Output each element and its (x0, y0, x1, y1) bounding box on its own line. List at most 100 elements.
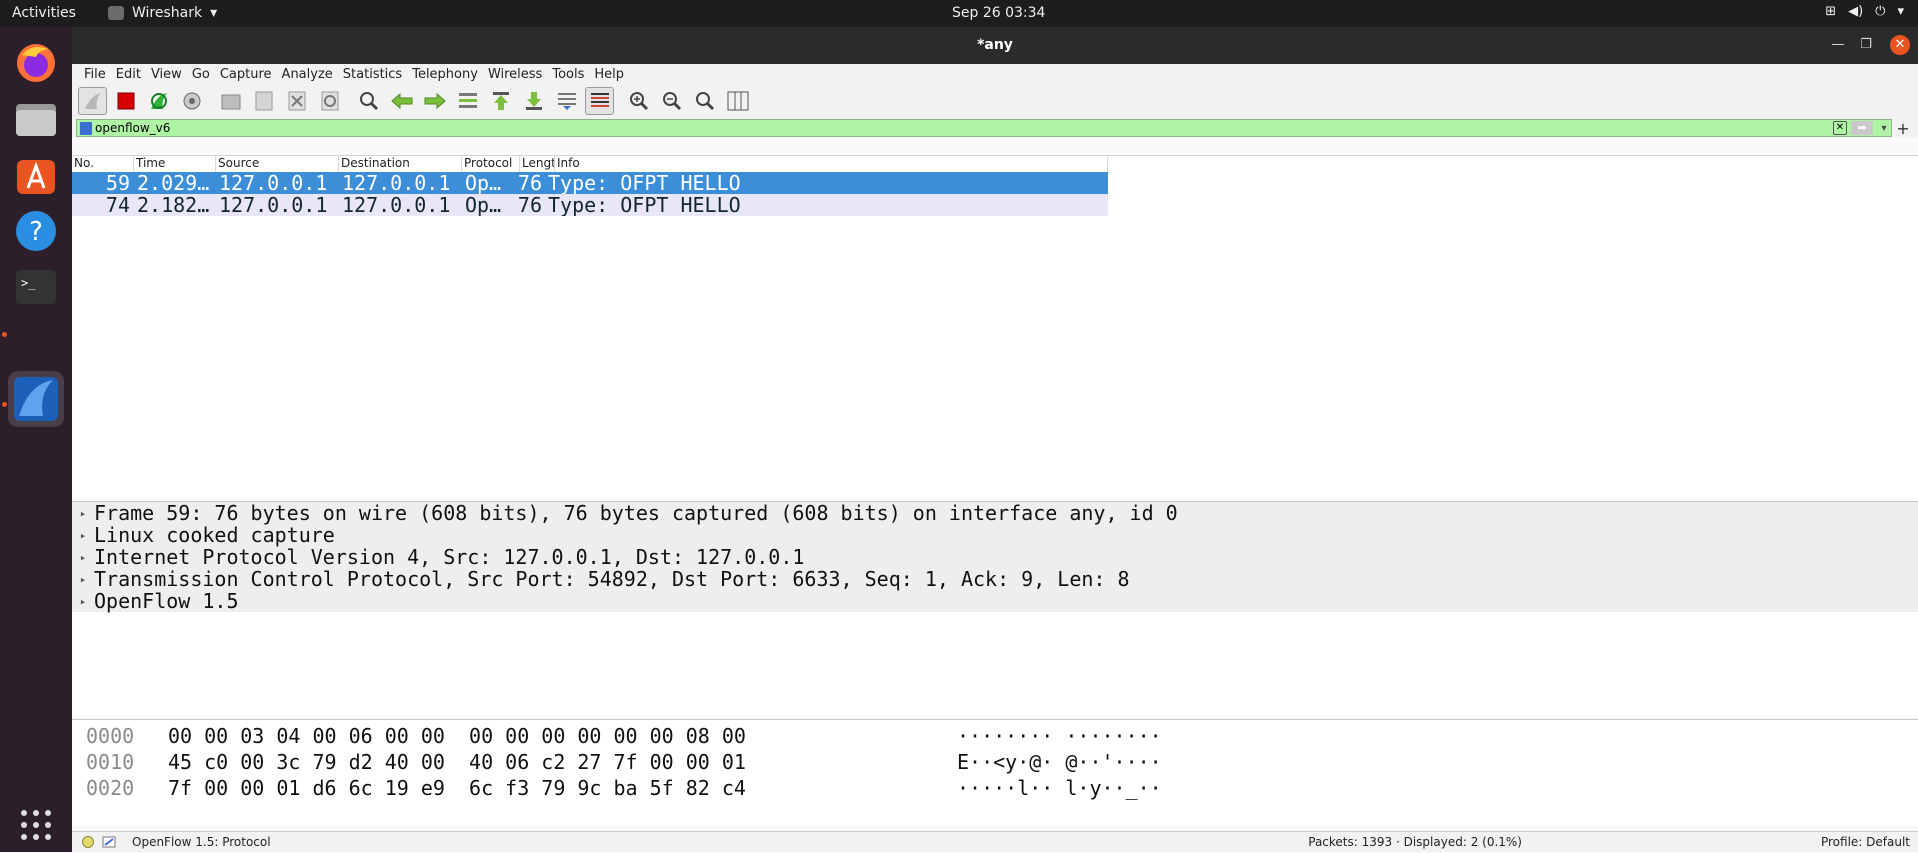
restart-capture-button[interactable] (144, 87, 173, 115)
column-header-length[interactable]: Length (520, 156, 555, 172)
system-tray[interactable]: ⊞ ◀) ⏻ ▾ (1825, 4, 1904, 19)
menu-wireless[interactable]: Wireless (484, 64, 548, 84)
packet-length: 76 (517, 194, 542, 216)
status-profile[interactable]: Profile: Default (1821, 835, 1910, 849)
packet-row[interactable]: 59 2.029… 127.0.0.1 127.0.0.1 Op… 76 Typ… (72, 172, 1108, 194)
menu-analyze[interactable]: Analyze (278, 64, 339, 84)
packet-destination: 127.0.0.1 (342, 172, 451, 194)
dock-app-center[interactable] (8, 147, 64, 203)
clock[interactable]: Sep 26 03:34 (952, 5, 1045, 21)
capture-comment-icon[interactable] (102, 836, 116, 848)
dock-firefox[interactable] (8, 35, 64, 91)
detail-label: Transmission Control Protocol, Src Port:… (94, 567, 1130, 591)
menu-statistics[interactable]: Statistics (339, 64, 408, 84)
app-menu[interactable]: Wireshark ▾ (108, 5, 217, 21)
save-file-button[interactable] (249, 87, 278, 115)
expand-arrow-icon[interactable]: ▸ (72, 551, 94, 564)
menu-telephony[interactable]: Telephony (408, 64, 484, 84)
expand-arrow-icon[interactable]: ▸ (72, 573, 94, 586)
column-header-no[interactable]: No. (72, 156, 134, 172)
column-header-protocol[interactable]: Protocol (462, 156, 520, 172)
colorize-button[interactable] (585, 87, 614, 115)
detail-row-ipv4[interactable]: ▸ Internet Protocol Version 4, Src: 127.… (72, 545, 1918, 569)
detail-row-frame[interactable]: ▸ Frame 59: 76 bytes on wire (608 bits),… (72, 501, 1918, 525)
menu-tools[interactable]: Tools (548, 64, 590, 84)
go-forward-button[interactable] (420, 87, 449, 115)
dock-wireshark[interactable] (8, 371, 64, 427)
normal-size-button[interactable] (690, 87, 719, 115)
first-packet-button[interactable] (486, 87, 515, 115)
menu-file[interactable]: File (80, 64, 112, 84)
last-packet-icon (525, 92, 542, 110)
display-filter-input[interactable] (95, 121, 1833, 135)
menu-go[interactable]: Go (188, 64, 216, 84)
zoom-in-button[interactable] (624, 87, 653, 115)
packet-list: No. Time Source Destination Protocol Len… (72, 155, 1918, 497)
packet-row[interactable]: 74 2.182… 127.0.0.1 127.0.0.1 Op… 76 Typ… (72, 194, 1108, 216)
bookmark-icon[interactable] (80, 121, 92, 135)
capture-options-button[interactable] (177, 87, 206, 115)
chevron-down-icon[interactable]: ▾ (1877, 123, 1891, 134)
maximize-button[interactable]: ❐ (1856, 35, 1876, 55)
files-icon (16, 104, 56, 136)
activities-button[interactable]: Activities (12, 5, 76, 21)
go-back-button[interactable] (387, 87, 416, 115)
main-toolbar (72, 84, 1918, 118)
last-packet-button[interactable] (519, 87, 548, 115)
detail-label: Internet Protocol Version 4, Src: 127.0.… (94, 545, 805, 569)
column-header-source[interactable]: Source (216, 156, 339, 172)
menu-help[interactable]: Help (590, 64, 630, 84)
minimize-button[interactable]: — (1828, 35, 1848, 55)
window-titlebar[interactable]: *any — ❐ ✕ (72, 27, 1918, 64)
dock-files[interactable] (8, 91, 64, 147)
detail-row-openflow[interactable]: ▸ OpenFlow 1.5 (72, 589, 1918, 613)
zoom-out-button[interactable] (657, 87, 686, 115)
start-capture-button[interactable] (78, 87, 107, 115)
clear-filter-icon[interactable]: ✕ (1833, 121, 1847, 135)
dock-terminal[interactable]: >_ (8, 259, 64, 315)
detail-row-linux-cooked[interactable]: ▸ Linux cooked capture (72, 523, 1918, 547)
open-file-button[interactable] (216, 87, 245, 115)
bytes-ascii[interactable]: E··<y·@· @··'···· (957, 750, 1162, 776)
expand-arrow-icon[interactable]: ▸ (72, 507, 94, 520)
packet-protocol: Op… (465, 172, 502, 194)
apply-filter-button[interactable]: ➡ (1851, 121, 1873, 135)
expert-info-icon[interactable] (82, 836, 94, 848)
close-button[interactable]: ✕ (1890, 35, 1910, 55)
find-packet-button[interactable] (354, 87, 383, 115)
column-header-info[interactable]: Info (555, 156, 1108, 172)
bytes-ascii[interactable]: ········ ········ (957, 724, 1162, 750)
svg-text:>_: >_ (21, 276, 36, 290)
dock-help[interactable]: ? (8, 203, 64, 259)
packet-details: ▸ Frame 59: 76 bytes on wire (608 bits),… (72, 501, 1918, 715)
network-icon[interactable]: ⊞ (1825, 4, 1836, 19)
packet-source: 127.0.0.1 (219, 194, 328, 216)
expand-arrow-icon[interactable]: ▸ (72, 595, 94, 608)
packet-bytes: 0000 00 00 03 04 00 06 00 00 00 00 00 00… (72, 719, 1918, 825)
reload-file-button[interactable] (315, 87, 344, 115)
autoscroll-button[interactable] (552, 87, 581, 115)
bytes-offset: 0010 (86, 750, 135, 774)
menu-edit[interactable]: Edit (112, 64, 147, 84)
close-file-button[interactable] (282, 87, 311, 115)
bytes-hex[interactable]: 7f 00 00 01 d6 6c 19 e9 6c f3 79 9c ba 5… (152, 776, 957, 802)
power-icon[interactable]: ⏻ (1875, 4, 1885, 19)
chevron-down-icon[interactable]: ▾ (1897, 4, 1904, 19)
bytes-hex[interactable]: 00 00 03 04 00 06 00 00 00 00 00 00 00 0… (152, 724, 957, 750)
stop-capture-button[interactable] (111, 87, 140, 115)
detail-row-tcp[interactable]: ▸ Transmission Control Protocol, Src Por… (72, 567, 1918, 591)
resize-columns-button[interactable] (723, 87, 752, 115)
bytes-offset: 0000 (86, 724, 135, 748)
add-filter-button[interactable]: + (1892, 119, 1914, 138)
column-header-destination[interactable]: Destination (339, 156, 462, 172)
dock-show-apps[interactable] (8, 797, 64, 853)
volume-icon[interactable]: ◀) (1848, 4, 1863, 19)
bytes-hex[interactable]: 45 c0 00 3c 79 d2 40 00 40 06 c2 27 7f 0… (152, 750, 957, 776)
go-to-packet-button[interactable] (453, 87, 482, 115)
column-header-time[interactable]: Time (134, 156, 216, 172)
expand-arrow-icon[interactable]: ▸ (72, 529, 94, 542)
menu-capture[interactable]: Capture (216, 64, 278, 84)
bytes-ascii[interactable]: ·····l·· l·y··_·· (957, 776, 1162, 802)
app-menu-label: Wireshark (132, 5, 203, 21)
menu-view[interactable]: View (147, 64, 188, 84)
